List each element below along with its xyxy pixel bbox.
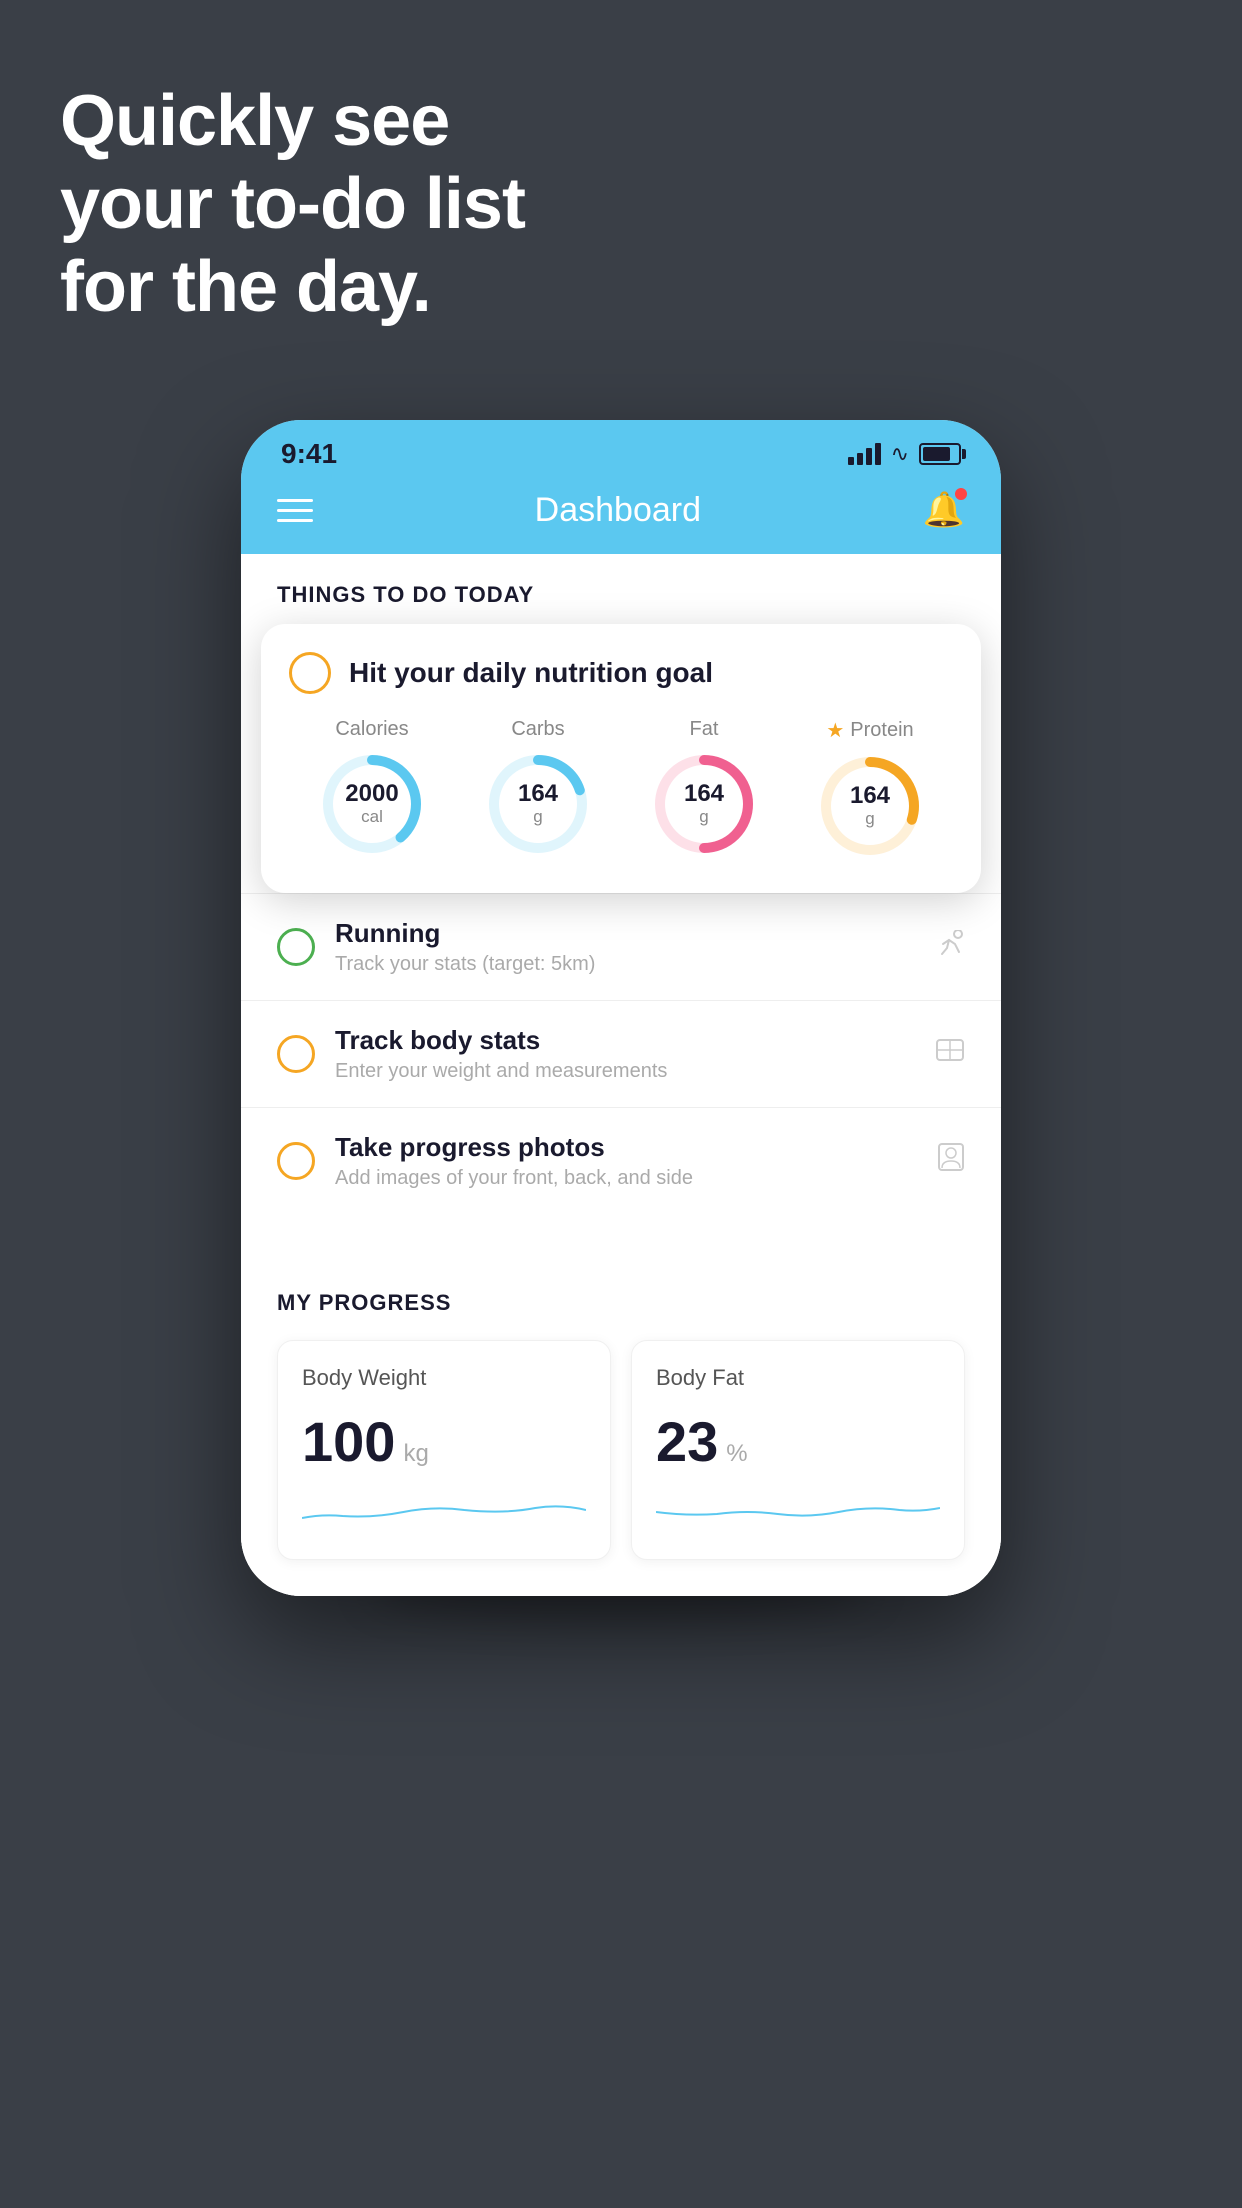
bell-icon[interactable]: 🔔 [923,490,965,530]
fat-label: Fat [690,718,719,741]
nutrition-circle-check [289,652,331,694]
fat-value: 164 [684,781,724,807]
protein-donut: 164 g [815,751,925,861]
progress-section-title: MY PROGRESS [277,1290,965,1316]
things-section-title: THINGS TO DO TODAY [241,554,1001,608]
card-header: Hit your daily nutrition goal [289,652,953,694]
person-icon [937,1142,965,1180]
protein-unit: g [865,809,874,828]
nutrition-calories: Calories 2000 cal [317,718,427,859]
todo-photos-text: Take progress photos Add images of your … [335,1132,917,1190]
status-icons: ∿ [848,441,961,467]
body-weight-number: 100 [302,1409,395,1474]
nutrition-carbs: Carbs 164 g [483,718,593,859]
todo-photos-circle [277,1142,315,1180]
nutrition-row: Calories 2000 cal [289,718,953,861]
protein-value: 164 [850,783,890,809]
body-fat-sparkline [656,1490,940,1530]
nutrition-card-title: Hit your daily nutrition goal [349,657,713,689]
body-fat-unit: % [726,1440,747,1468]
nav-bar: Dashboard 🔔 [241,480,1001,554]
todo-photos-subtitle: Add images of your front, back, and side [335,1167,917,1190]
calories-donut: 2000 cal [317,749,427,859]
todo-progress-photos[interactable]: Take progress photos Add images of your … [241,1107,1001,1214]
body-weight-unit: kg [403,1440,428,1468]
todo-running-text: Running Track your stats (target: 5km) [335,918,915,976]
body-weight-sparkline [302,1490,586,1530]
body-weight-value-row: 100 kg [302,1409,586,1474]
signal-icon [848,443,881,465]
todo-bodystats-title: Track body stats [335,1025,915,1056]
body-weight-card-title: Body Weight [302,1365,586,1391]
phone-screen: 9:41 ∿ Dashboard 🔔 [241,420,1001,1596]
body-fat-number: 23 [656,1409,718,1474]
battery-icon [919,443,961,465]
body-fat-card-title: Body Fat [656,1365,940,1391]
phone-content: THINGS TO DO TODAY Hit your daily nutrit… [241,554,1001,1596]
todo-running-subtitle: Track your stats (target: 5km) [335,953,915,976]
running-icon [935,930,965,964]
fat-donut: 164 g [649,749,759,859]
body-weight-card: Body Weight 100 kg [277,1340,611,1560]
todo-bodystats-circle [277,1035,315,1073]
status-time: 9:41 [281,438,337,470]
headline: Quickly see your to-do list for the day. [60,80,525,328]
calories-unit: cal [361,807,383,826]
calories-value: 2000 [345,781,398,807]
body-fat-card: Body Fat 23 % [631,1340,965,1560]
nutrition-card: Hit your daily nutrition goal Calories [261,624,981,893]
protein-label: Protein [850,719,913,742]
calories-label: Calories [335,718,408,741]
wifi-icon: ∿ [891,441,909,467]
hamburger-menu[interactable] [277,499,313,522]
status-bar: 9:41 ∿ [241,420,1001,480]
todo-photos-title: Take progress photos [335,1132,917,1163]
body-fat-value-row: 23 % [656,1409,940,1474]
carbs-value: 164 [518,781,558,807]
fat-unit: g [699,807,708,826]
carbs-label: Carbs [511,718,564,741]
star-icon: ★ [826,718,844,743]
progress-section: MY PROGRESS Body Weight 100 kg Body F [241,1254,1001,1596]
carbs-unit: g [533,807,542,826]
protein-label-row: ★ Protein [826,718,913,743]
todo-bodystats-subtitle: Enter your weight and measurements [335,1060,915,1083]
todo-running-circle [277,928,315,966]
carbs-donut: 164 g [483,749,593,859]
todo-bodystats-text: Track body stats Enter your weight and m… [335,1025,915,1083]
todo-running[interactable]: Running Track your stats (target: 5km) [241,893,1001,1000]
todo-body-stats[interactable]: Track body stats Enter your weight and m… [241,1000,1001,1107]
notification-dot [955,488,967,500]
todo-running-title: Running [335,918,915,949]
nav-title: Dashboard [535,491,701,530]
scale-icon [935,1036,965,1072]
progress-cards: Body Weight 100 kg Body Fat 23 [277,1340,965,1560]
phone-mockup: 9:41 ∿ Dashboard 🔔 [241,420,1001,1596]
nutrition-protein: ★ Protein 164 g [815,718,925,861]
nutrition-fat: Fat 164 g [649,718,759,859]
